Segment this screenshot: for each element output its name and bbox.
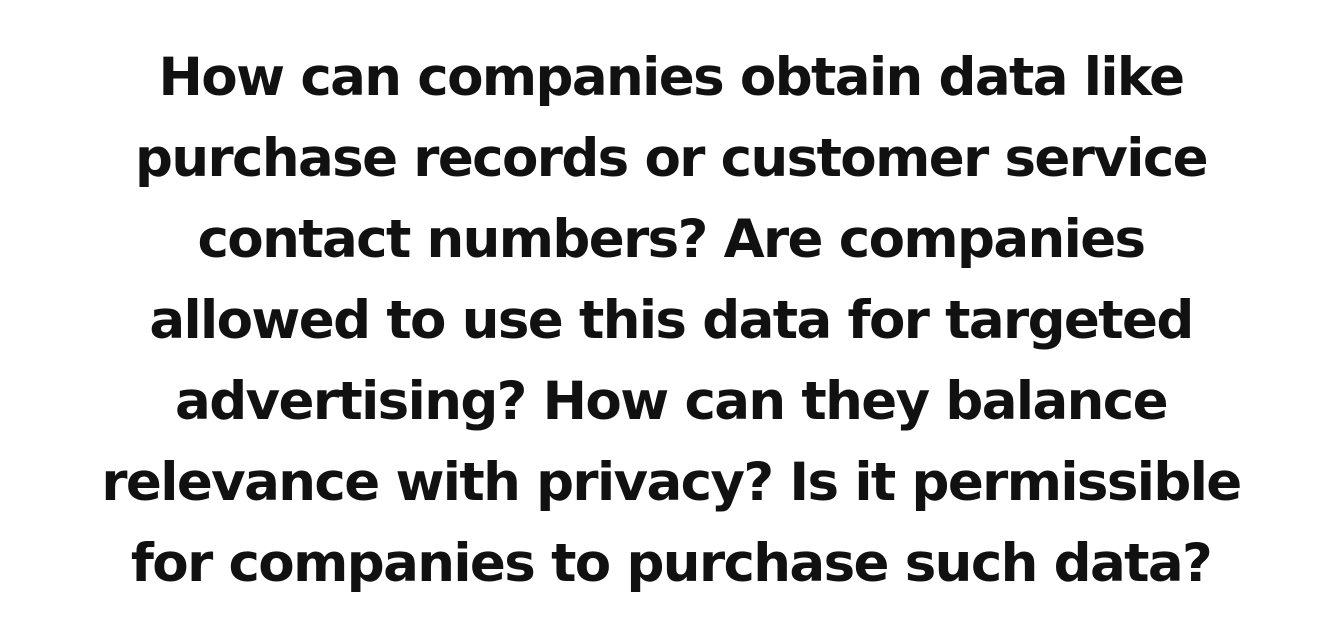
text-line: for companies to purchase such data? <box>130 532 1213 594</box>
question-text-block: How can companies obtain data like purch… <box>101 37 1242 604</box>
text-line: advertising? How can they balance <box>175 370 1169 432</box>
text-line: relevance with privacy? Is it permissibl… <box>101 451 1242 513</box>
text-line: How can companies obtain data like <box>158 46 1186 108</box>
text-line: purchase records or customer service <box>135 127 1209 189</box>
slide-canvas: How can companies obtain data like purch… <box>0 0 1342 636</box>
text-line: allowed to use this data for targeted <box>149 289 1194 351</box>
text-line: contact numbers? Are companies <box>197 208 1146 270</box>
